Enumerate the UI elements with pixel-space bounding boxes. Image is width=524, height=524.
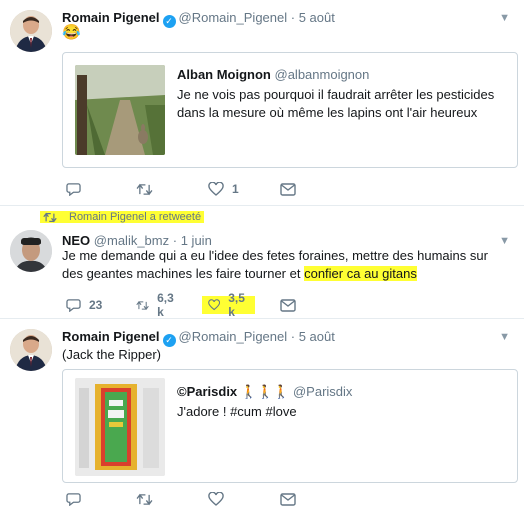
tweet[interactable]: NEO @malik_bmz · 1 juin ▼ Je me demande … [0,205,524,319]
avatar[interactable] [10,230,52,272]
reply-icon [66,299,81,312]
tweet-text-plain: Je me demande qui a eu l'idee des fetes … [62,248,488,281]
separator-dot: · [290,10,296,25]
like-count: 3,5 k [228,291,245,319]
tweet-text-highlight: confier ca au gitans [304,266,417,281]
quoted-text: J'adore ! #cum #love [177,404,297,419]
quoted-author-handle: @Parisdix [292,384,353,399]
retweet-icon [136,183,153,195]
quoted-author-name: ©Parisdix [177,384,238,399]
reply-count: 23 [89,298,103,312]
author-name[interactable]: NEO [62,233,90,248]
like-button[interactable] [208,490,224,508]
heart-icon [208,492,224,506]
timestamp[interactable]: 5 août [299,329,335,344]
reply-button[interactable] [66,180,81,198]
reply-button[interactable]: 23 [66,296,102,314]
like-count: 1 [232,182,239,196]
heart-icon [208,299,221,311]
retweet-icon [136,493,153,505]
reply-icon [66,183,81,196]
envelope-icon [280,298,296,312]
avatar[interactable] [10,329,52,371]
avatar[interactable] [10,10,52,52]
walking-person-emoji: 🚶🚶🚶 [240,384,290,399]
timestamp[interactable]: 5 août [299,10,335,25]
separator-dot: · [290,329,296,344]
author-name[interactable]: Romain Pigenel [62,329,160,344]
tweet-text: 😂 [62,24,81,41]
reply-icon [66,493,81,506]
like-button[interactable]: 3,5 k [202,291,255,319]
envelope-icon [280,492,296,506]
author-handle[interactable]: @Romain_Pigenel [179,10,288,25]
chevron-down-icon[interactable]: ▼ [499,12,510,24]
retweet-button[interactable]: 6,3 k [136,291,178,319]
quoted-header: ©Parisdix 🚶🚶🚶 @Parisdix [177,384,352,400]
tweet-text: Je me demande qui a eu l'idee des fetes … [62,247,506,283]
dm-button[interactable] [280,490,296,508]
quoted-header: Alban Moignon @albanmoignon [177,67,369,82]
separator-dot: · [172,233,178,248]
like-button[interactable]: 1 [208,180,239,198]
chevron-down-icon[interactable]: ▼ [499,235,510,247]
tweet-header: Romain Pigenel ✓ @Romain_Pigenel · 5 août [62,329,335,347]
retweet-button[interactable] [136,490,153,508]
author-handle[interactable]: @Romain_Pigenel [179,329,288,344]
quoted-author-handle: @albanmoignon [274,67,370,82]
tweet[interactable]: Romain Pigenel ✓ @Romain_Pigenel · 5 août … [0,319,524,524]
author-handle[interactable]: @malik_bmz [94,233,169,248]
tweet-text: (Jack the Ripper) [62,347,161,362]
quoted-author-name: Alban Moignon [177,67,271,82]
chevron-down-icon[interactable]: ▼ [499,331,510,343]
retweet-icon [136,300,149,310]
timestamp[interactable]: 1 juin [181,233,212,248]
quoted-image[interactable] [75,65,165,155]
dm-button[interactable] [280,180,296,198]
quoted-tweet[interactable]: Alban Moignon @albanmoignon Je ne vois p… [62,52,518,168]
author-name[interactable]: Romain Pigenel [62,10,160,25]
retweet-button[interactable] [136,180,153,198]
heart-icon [208,182,224,196]
quoted-tweet[interactable]: ©Parisdix 🚶🚶🚶 @Parisdix J'adore ! #cum #… [62,369,518,483]
tweet[interactable]: Romain Pigenel ✓ @Romain_Pigenel · 5 août … [0,0,524,206]
dm-button[interactable] [280,296,296,314]
quoted-image[interactable] [75,378,165,476]
reply-button[interactable] [66,490,81,508]
retweet-count: 6,3 k [157,291,174,319]
envelope-icon [280,182,296,196]
quoted-text: Je ne vois pas pourquoi il faudrait arrê… [177,87,495,120]
